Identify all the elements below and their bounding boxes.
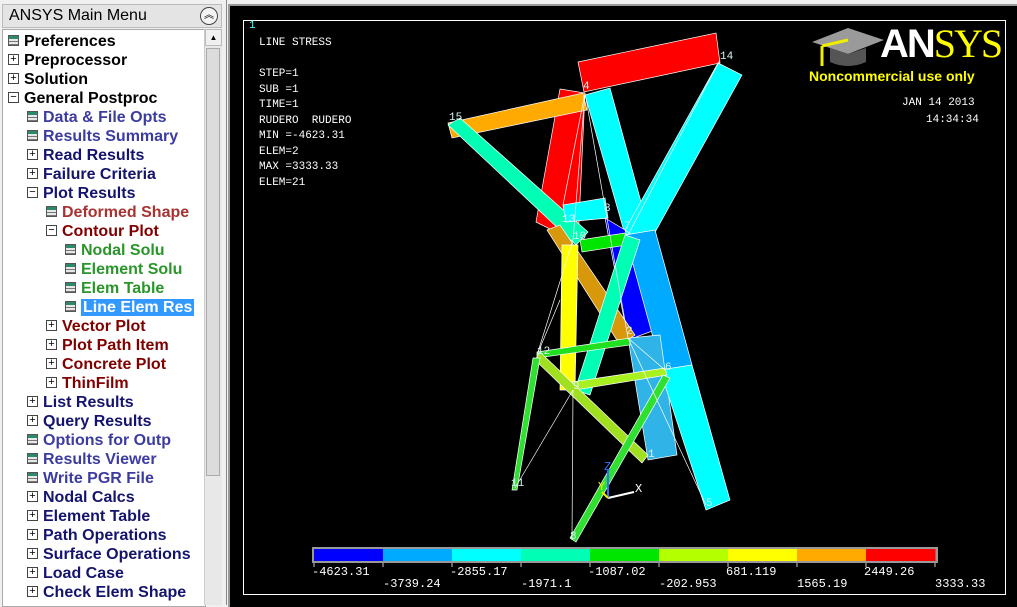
node-label: 11 (511, 478, 525, 490)
element-outline (571, 389, 574, 541)
node-label: 6 (665, 362, 672, 374)
node-label: 5 (706, 498, 713, 510)
legend-swatch (797, 549, 867, 561)
legend-label: -3739.24 (383, 577, 441, 591)
node-label: 2 (626, 326, 633, 338)
node-label: 10 (573, 231, 586, 243)
node-label: 13 (562, 214, 575, 226)
legend-swatch (521, 549, 591, 561)
legend-swatch (383, 549, 453, 561)
beam-element (559, 244, 579, 391)
beam-element (577, 32, 721, 93)
node-label: 4 (583, 81, 590, 93)
legend-swatch (866, 549, 936, 561)
node-label: 8 (570, 531, 577, 543)
node-label: 3 (604, 203, 611, 215)
element-outline (627, 59, 721, 236)
legend-swatch (659, 549, 729, 561)
legend-label: -1087.02 (588, 565, 646, 579)
legend-label: -4623.31 (312, 565, 370, 579)
legend-label: 2449.26 (864, 565, 914, 579)
legend-swatch (728, 549, 798, 561)
legend-swatch (452, 549, 522, 561)
node-label: 1 (648, 449, 655, 461)
beam-element (624, 62, 743, 246)
node-label: 7 (624, 221, 631, 233)
triad-axis-z: Z (604, 460, 611, 474)
legend-label: 681.119 (726, 565, 776, 579)
beam-element (536, 337, 631, 359)
legend-swatch (590, 549, 660, 561)
triad-axis-x: X (635, 482, 642, 496)
element-outline (607, 491, 635, 499)
node-label: 15 (449, 112, 462, 124)
legend-label: 3333.33 (935, 577, 985, 591)
node-label: 12 (537, 346, 550, 358)
legend-label: 1565.19 (797, 577, 847, 591)
node-label: 14 (720, 51, 734, 63)
line-stress-plot: 144151331072126911158ZY X-4623.31 -2855.17… (312, 32, 985, 591)
legend-label: -202.953 (659, 577, 717, 591)
node-label: 9 (573, 381, 580, 393)
legend-swatch (314, 549, 384, 561)
beam-element (511, 357, 541, 491)
legend-label: -1971.1 (521, 577, 571, 591)
triad-axis-y: Y (598, 480, 605, 494)
legend-label: -2855.17 (450, 565, 508, 579)
